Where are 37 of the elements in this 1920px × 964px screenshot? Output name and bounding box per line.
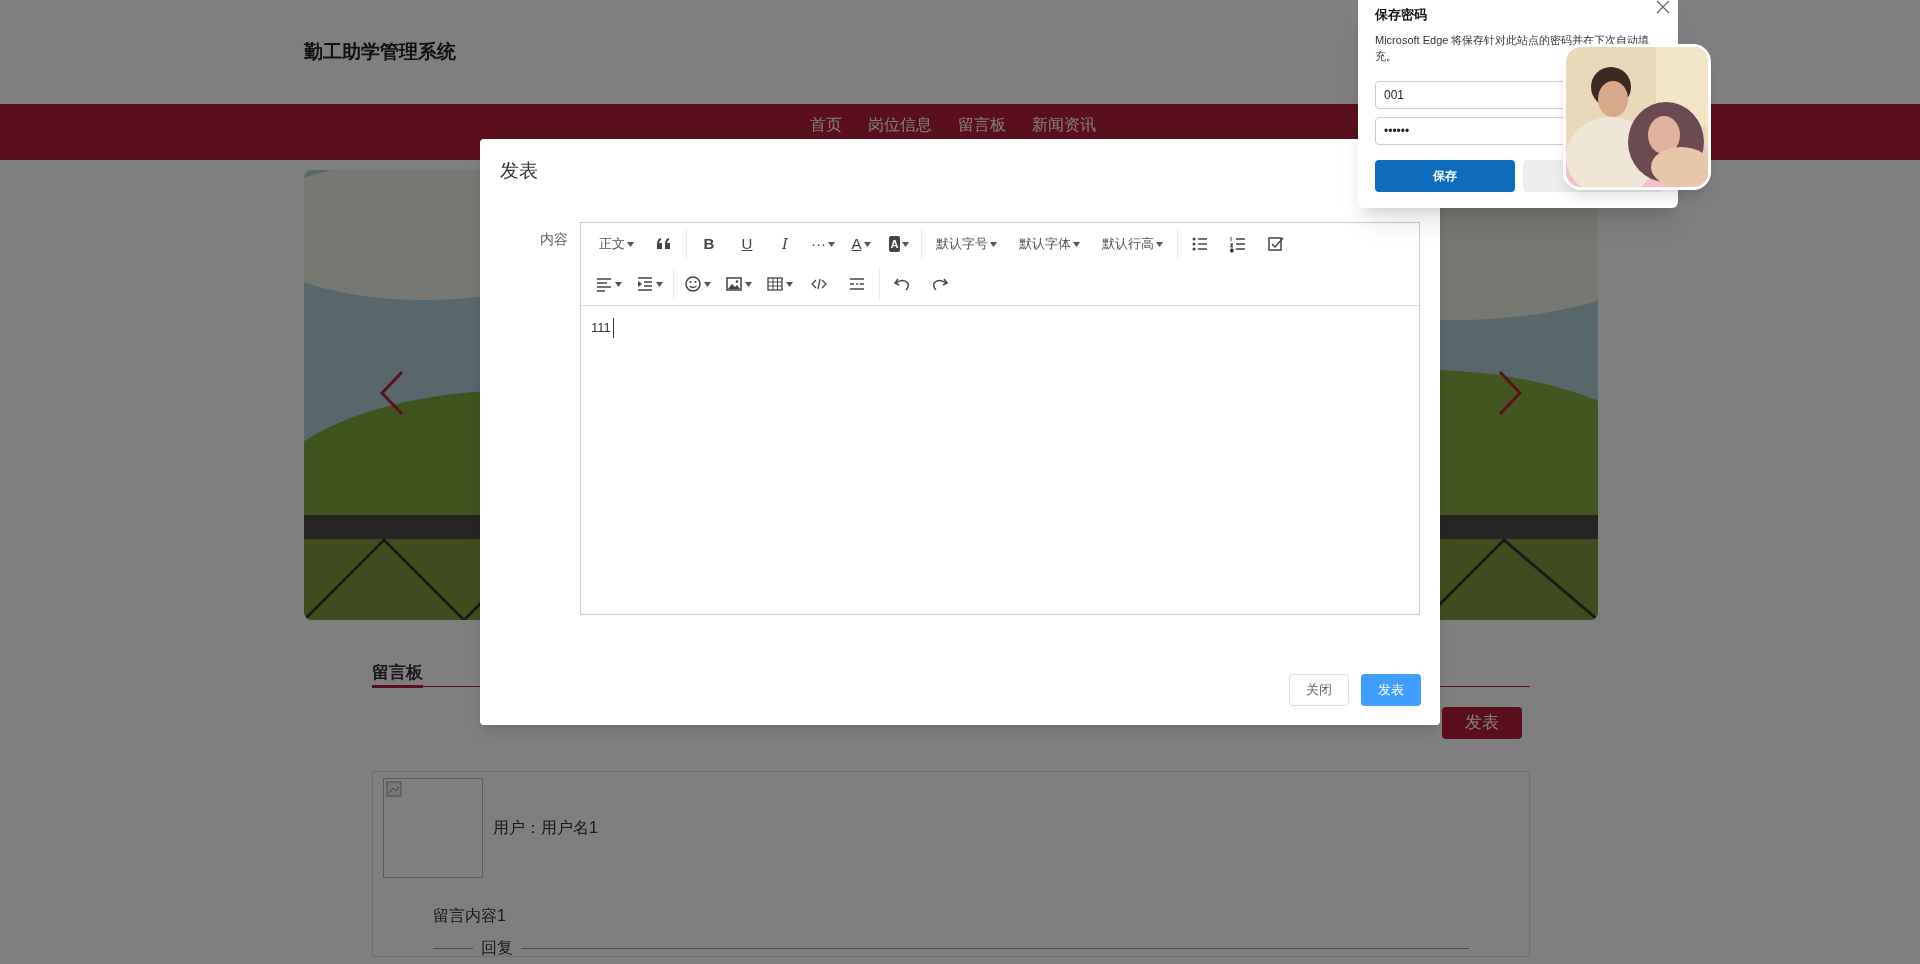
- nav-link[interactable]: 留言板: [958, 116, 1006, 134]
- italic-button[interactable]: I: [767, 229, 803, 259]
- numbered-list-icon: [1229, 235, 1247, 253]
- more-styles-button[interactable]: ···: [805, 229, 841, 259]
- divider-line-icon: [848, 275, 866, 293]
- align-left-icon: [595, 275, 613, 293]
- toolbar-dropdown[interactable]: 默认字号: [926, 229, 1007, 259]
- site-title: 勤工助学管理系统: [304, 39, 456, 64]
- indent-icon: [636, 275, 654, 293]
- image-icon: [725, 275, 743, 293]
- popup-title: 保存密码: [1375, 6, 1427, 24]
- save-password-button[interactable]: 保存: [1375, 160, 1515, 192]
- close-button[interactable]: 关闭: [1289, 674, 1349, 706]
- smiley-icon: [684, 275, 702, 293]
- field-label: 内容: [540, 230, 568, 249]
- dialog-title: 发表: [500, 159, 538, 183]
- rich-text-editor[interactable]: 正文 B U I ··· A A 默认字号 默认字体 默认行高 111: [580, 222, 1420, 615]
- close-icon[interactable]: [1656, 0, 1670, 14]
- toolbar-dropdown[interactable]: 正文: [589, 229, 644, 259]
- post-button[interactable]: 发表: [1442, 707, 1522, 739]
- nav-link[interactable]: 首页: [810, 116, 842, 134]
- nav-link[interactable]: 岗位信息: [868, 116, 932, 134]
- editor-text: 111: [591, 318, 614, 338]
- checkbox-list-icon: [1267, 235, 1285, 253]
- bulleted-list-icon: [1191, 235, 1209, 253]
- reply-label: 回复: [480, 938, 514, 958]
- toolbar-dropdown[interactable]: 默认字体: [1009, 229, 1090, 259]
- nav-link[interactable]: 新闻资讯: [1032, 116, 1096, 134]
- user-name: 用户：用户名1: [493, 818, 598, 838]
- background-color-button[interactable]: A: [881, 229, 917, 259]
- toolbar-dropdown[interactable]: 默认行高: [1092, 229, 1173, 259]
- table-icon: [766, 275, 784, 293]
- board-tab[interactable]: 留言板: [372, 664, 423, 688]
- font-color-button[interactable]: A: [843, 229, 879, 259]
- message-content: 留言内容1: [433, 906, 507, 926]
- underline-button[interactable]: U: [729, 229, 765, 259]
- bold-button[interactable]: B: [691, 229, 727, 259]
